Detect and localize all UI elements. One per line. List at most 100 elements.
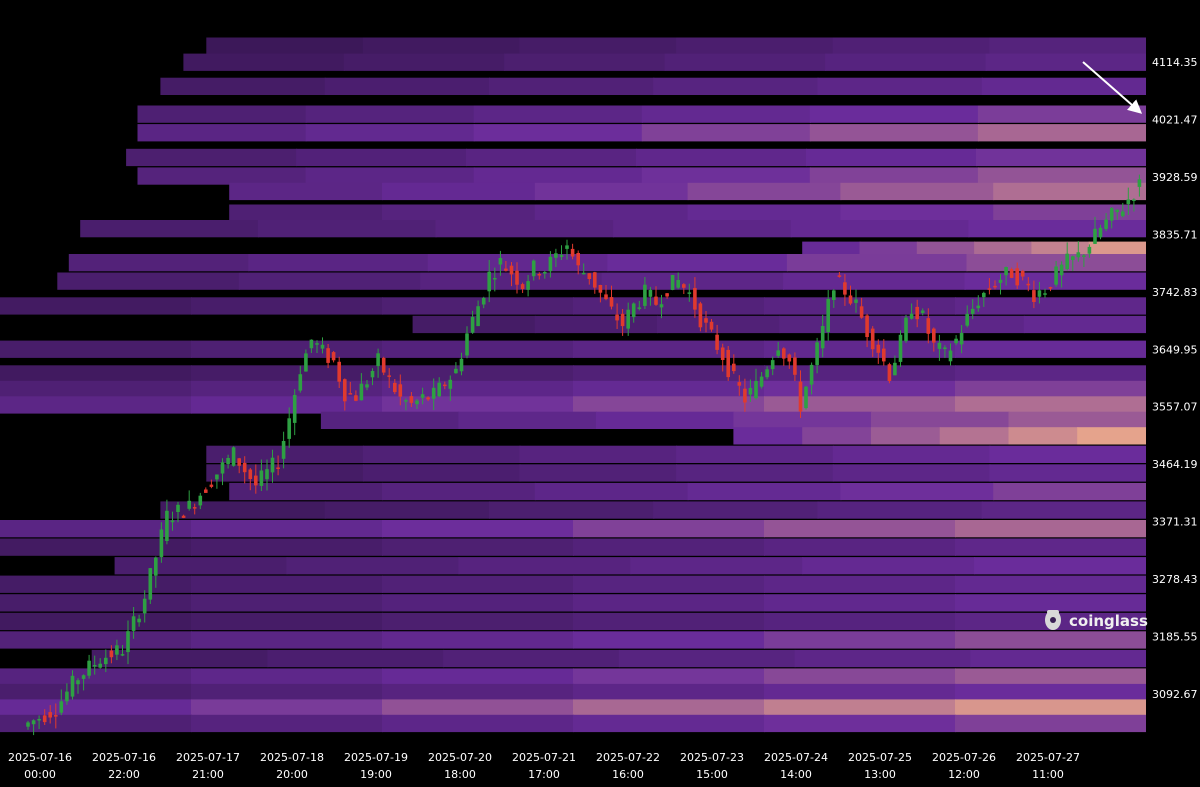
heat-band xyxy=(229,204,383,222)
heat-band xyxy=(191,631,383,649)
candle-up xyxy=(1093,228,1097,244)
heat-band xyxy=(0,380,192,399)
heat-band xyxy=(786,254,968,272)
candle-up xyxy=(1043,293,1047,295)
y-tick-label: 4021.47 xyxy=(1152,114,1198,127)
candle-up xyxy=(943,347,947,349)
candle-down xyxy=(181,515,186,518)
candle-down xyxy=(343,379,347,402)
candle-up xyxy=(748,388,753,395)
heat-band xyxy=(382,340,574,358)
candle-up xyxy=(820,326,825,349)
heat-band xyxy=(382,683,574,702)
candle-up xyxy=(776,350,780,356)
heat-band xyxy=(573,668,765,686)
candle-up xyxy=(154,557,158,576)
heat-band xyxy=(305,167,475,185)
heat-band xyxy=(981,501,1147,519)
heat-band xyxy=(970,649,1147,668)
x-tick-date: 2025-07-16 xyxy=(8,751,72,764)
candle-up xyxy=(265,469,269,480)
heat-band xyxy=(191,365,383,383)
heat-band xyxy=(955,520,1147,538)
candle-down xyxy=(743,388,747,403)
heat-band xyxy=(0,668,192,686)
heat-band xyxy=(955,365,1147,383)
candle-up xyxy=(215,474,219,480)
candle-up xyxy=(304,353,308,372)
candle-up xyxy=(231,447,236,466)
candle-up xyxy=(148,568,153,600)
candle-down xyxy=(593,272,597,288)
candle-down xyxy=(720,347,725,360)
candle-up xyxy=(198,495,203,506)
heat-band xyxy=(206,464,364,482)
heat-band xyxy=(955,714,1147,733)
heat-band xyxy=(0,612,192,631)
candle-down xyxy=(504,268,508,271)
heat-band xyxy=(955,668,1147,686)
heat-band xyxy=(229,182,383,201)
coinglass-logo-icon xyxy=(1045,610,1061,630)
x-tick-date: 2025-07-24 xyxy=(764,751,828,764)
heat-band xyxy=(806,148,977,167)
candle-up xyxy=(643,284,647,306)
heat-band xyxy=(779,315,903,334)
candle-down xyxy=(620,313,625,327)
heat-band xyxy=(458,557,632,575)
candle-up xyxy=(1109,208,1114,221)
heat-band xyxy=(1008,427,1079,445)
heat-band xyxy=(832,464,991,482)
heat-band xyxy=(764,631,956,649)
heat-band xyxy=(977,124,1147,142)
heat-band xyxy=(764,340,956,358)
candle-up xyxy=(1121,211,1125,217)
x-tick-time: 16:00 xyxy=(612,768,644,781)
candle-up xyxy=(376,353,380,367)
candle-up xyxy=(98,663,102,668)
candle-down xyxy=(993,285,997,288)
heat-band xyxy=(286,557,460,575)
candle-up xyxy=(70,675,75,697)
heat-band xyxy=(573,612,765,631)
candle-down xyxy=(509,265,514,275)
candle-up xyxy=(26,722,30,727)
candle-up xyxy=(1054,266,1058,285)
heat-band xyxy=(573,365,765,383)
heat-band xyxy=(191,297,383,315)
heat-band xyxy=(191,699,383,717)
candle-up xyxy=(637,307,642,309)
candle-down xyxy=(42,715,47,723)
heat-band xyxy=(473,124,643,142)
candle-up xyxy=(126,631,130,653)
candle-up xyxy=(159,529,164,558)
x-axis: 2025-07-16 00:00 2025-07-16 22:00 2025-07-17… xyxy=(0,748,1200,783)
heat-band xyxy=(296,148,468,167)
candle-up xyxy=(959,332,964,345)
heat-band xyxy=(981,77,1147,95)
candle-down xyxy=(326,348,330,363)
y-tick-label: 3742.83 xyxy=(1152,286,1198,299)
heat-band xyxy=(871,427,941,445)
candle-up xyxy=(554,253,558,258)
heat-band xyxy=(676,37,834,55)
heat-band xyxy=(573,594,765,612)
y-tick-label: 3278.43 xyxy=(1152,573,1198,586)
candle-up xyxy=(487,271,491,292)
candle-up xyxy=(893,362,897,376)
candle-up xyxy=(309,339,314,349)
candle-down xyxy=(732,363,736,372)
heat-band xyxy=(0,396,192,414)
heat-band xyxy=(783,272,966,290)
heat-band xyxy=(504,53,666,71)
candle-down xyxy=(1015,268,1019,286)
candle-down xyxy=(865,315,869,337)
heat-band xyxy=(382,714,574,733)
heat-band xyxy=(790,220,970,238)
heat-band xyxy=(832,445,991,463)
candle-down xyxy=(882,348,886,362)
candle-up xyxy=(187,500,191,509)
heat-band xyxy=(764,594,956,612)
candle-up xyxy=(904,317,908,342)
heat-band xyxy=(641,167,811,185)
